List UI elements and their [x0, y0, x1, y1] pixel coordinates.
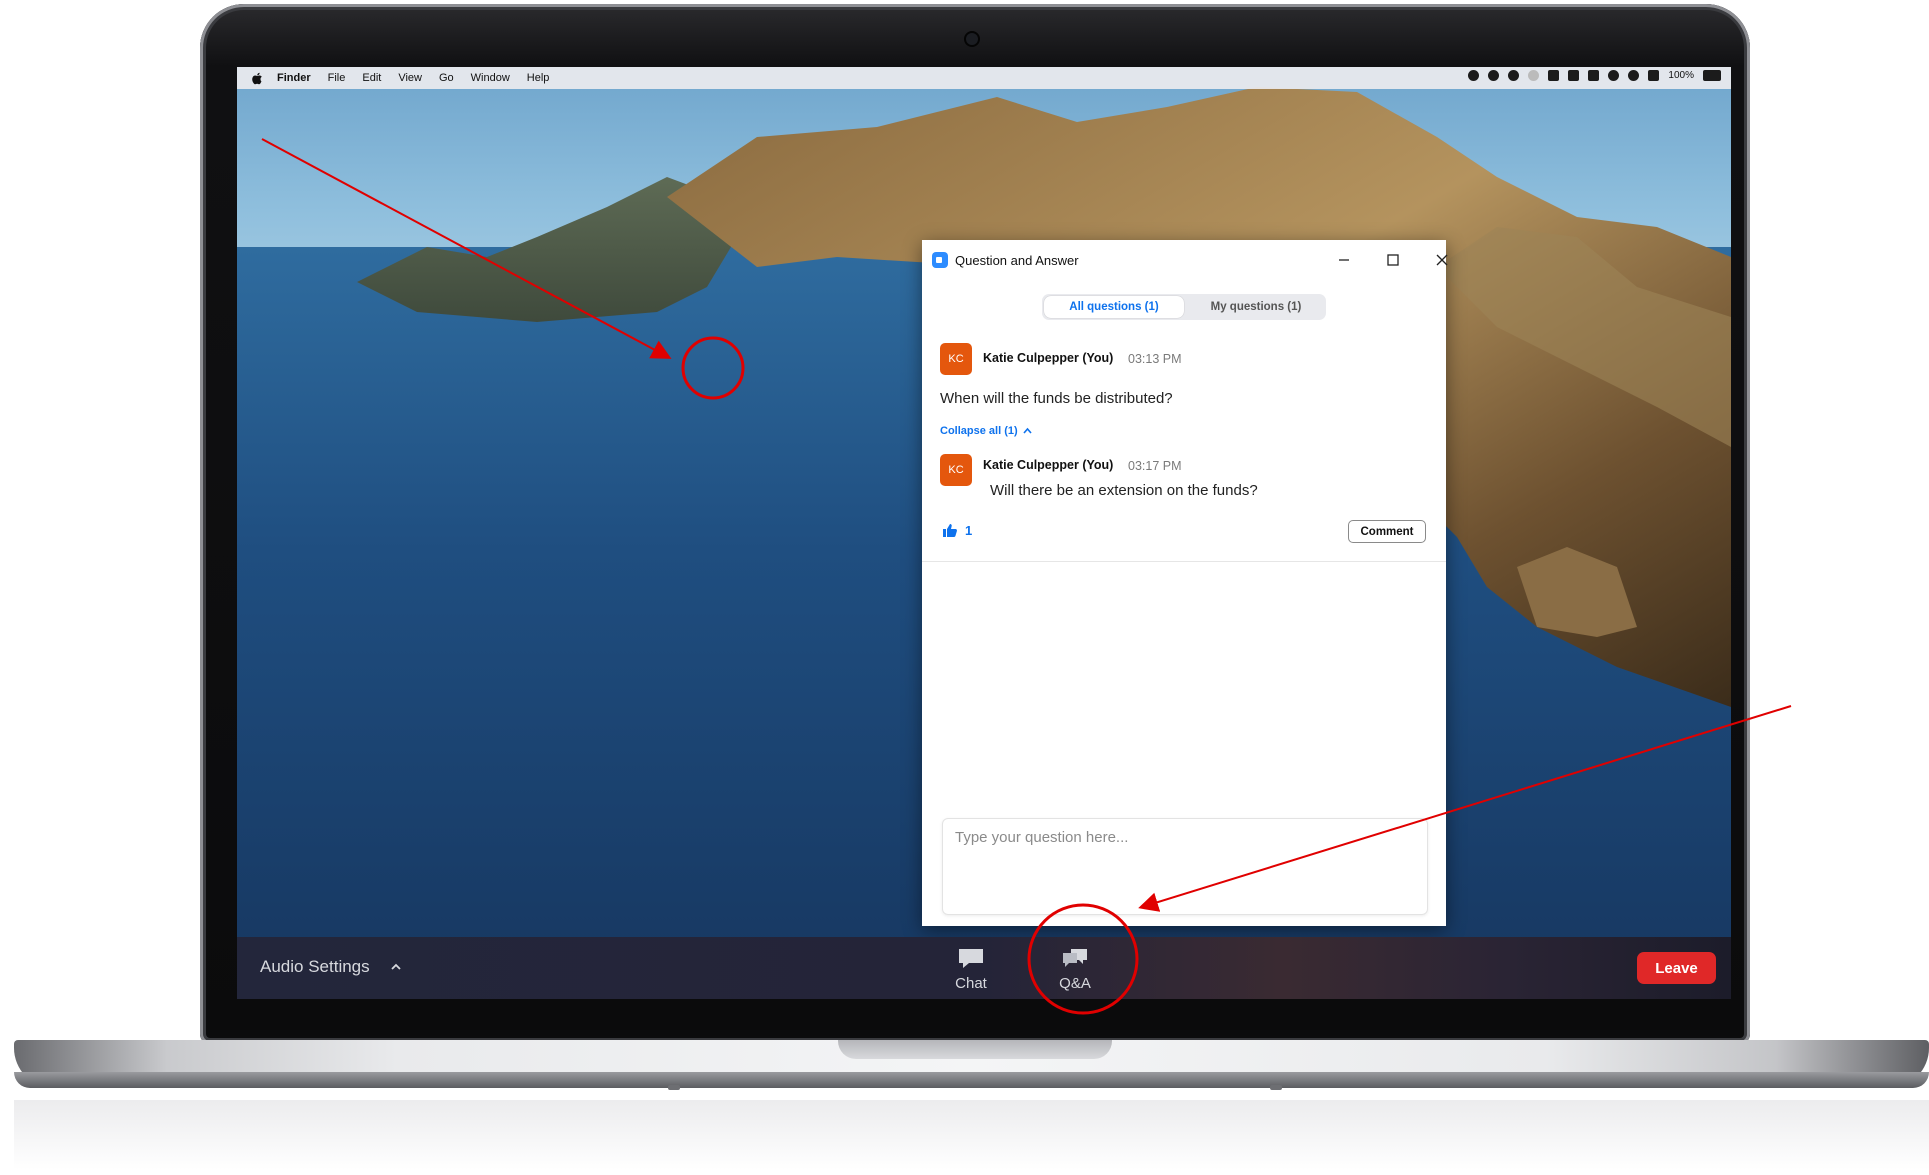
qa-label: Q&A — [1059, 975, 1091, 992]
tab-all-questions[interactable]: All questions (1) — [1044, 296, 1184, 318]
status-airplay-icon[interactable] — [1588, 70, 1600, 81]
qa-window: Question and Answer All questions (1) My… — [922, 240, 1448, 926]
mac-menubar: Finder File Edit View Go Window Help 100… — [237, 67, 1731, 89]
chat-label: Chat — [955, 975, 987, 992]
wifi-icon[interactable] — [1628, 70, 1640, 81]
menu-edit[interactable]: Edit — [362, 72, 381, 84]
upvote-button[interactable]: 1 — [942, 523, 972, 538]
chevron-up-icon — [1023, 427, 1032, 434]
question-input-box — [942, 818, 1428, 915]
maximize-button[interactable] — [1373, 245, 1413, 275]
question-time: 03:13 PM — [1128, 352, 1182, 366]
status-creative-cloud-icon[interactable] — [1508, 70, 1520, 81]
apple-logo-icon[interactable] — [251, 72, 263, 85]
menu-window[interactable]: Window — [471, 72, 510, 84]
reply-time: 03:17 PM — [1128, 459, 1182, 473]
menu-go[interactable]: Go — [439, 72, 454, 84]
laptop-notch — [838, 1040, 1112, 1059]
menu-help[interactable]: Help — [527, 72, 550, 84]
webcam — [966, 33, 978, 45]
status-bluetooth-icon[interactable] — [1608, 70, 1620, 81]
comment-button[interactable]: Comment — [1348, 520, 1426, 543]
menubar-status-area: 100% — [1468, 70, 1721, 81]
collapse-all-link[interactable]: Collapse all (1) — [940, 425, 1032, 437]
menu-view[interactable]: View — [398, 72, 422, 84]
qa-icon — [1063, 949, 1087, 967]
battery-icon[interactable] — [1703, 70, 1721, 81]
minimize-button[interactable] — [1324, 245, 1364, 275]
minimize-icon — [1339, 259, 1349, 261]
audio-settings-label: Audio Settings — [260, 957, 370, 976]
maximize-icon — [1387, 254, 1399, 266]
meeting-toolbar: Audio Settings Chat Q&A Leave — [237, 937, 1731, 999]
close-button[interactable] — [1422, 245, 1462, 275]
reply-avatar: KC — [940, 454, 972, 486]
status-scripts-icon[interactable] — [1548, 70, 1560, 81]
leave-button[interactable]: Leave — [1637, 952, 1716, 984]
qa-titlebar: Question and Answer — [922, 240, 1448, 280]
laptop-screen: Finder File Edit View Go Window Help 100… — [237, 67, 1731, 999]
question-tabs: All questions (1) My questions (1) — [1042, 294, 1326, 320]
reply-author: Katie Culpepper (You) — [983, 458, 1114, 472]
status-display-icon[interactable] — [1568, 70, 1580, 81]
qa-window-title: Question and Answer — [955, 252, 1079, 268]
battery-percent[interactable]: 100% — [1668, 70, 1694, 81]
chat-icon — [959, 949, 983, 968]
laptop-foot — [1270, 1085, 1282, 1090]
menubar-app-name[interactable]: Finder — [277, 72, 311, 84]
divider — [922, 561, 1446, 562]
question-input[interactable] — [953, 827, 1417, 911]
upvote-count: 1 — [965, 523, 973, 538]
tab-my-questions[interactable]: My questions (1) — [1186, 294, 1326, 320]
laptop-reflection — [14, 1100, 1929, 1170]
close-icon — [1436, 254, 1448, 266]
chat-button[interactable]: Chat — [941, 947, 1001, 992]
question-author: Katie Culpepper (You) — [983, 351, 1114, 365]
question-text: When will the funds be distributed? — [940, 390, 1173, 407]
menu-file[interactable]: File — [328, 72, 346, 84]
avatar: KC — [940, 343, 972, 375]
zoom-logo-icon — [932, 252, 948, 268]
collapse-all-label: Collapse all (1) — [940, 425, 1018, 437]
thumbs-up-icon — [943, 524, 957, 537]
reply-text: Will there be an extension on the funds? — [990, 482, 1258, 499]
status-dollar-icon[interactable] — [1488, 70, 1500, 81]
volume-icon[interactable] — [1648, 70, 1660, 81]
audio-settings-button[interactable]: Audio Settings — [260, 957, 402, 977]
chevron-up-icon — [391, 963, 401, 970]
status-app-icon[interactable] — [1468, 70, 1480, 81]
qa-button[interactable]: Q&A — [1045, 947, 1105, 992]
laptop-foot — [668, 1085, 680, 1090]
status-sync-icon[interactable] — [1528, 70, 1540, 81]
